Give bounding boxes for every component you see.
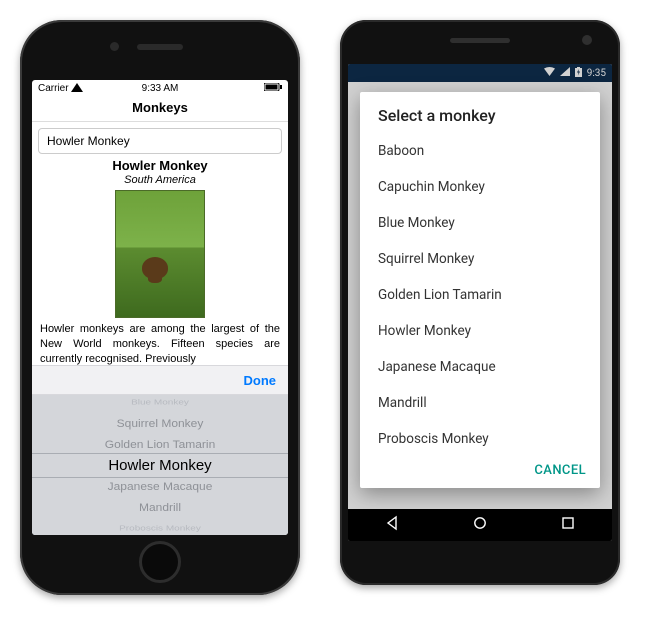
picker-option[interactable]: Squirrel Monkey [117, 413, 204, 433]
dialog-option[interactable]: Blue Monkey [360, 205, 600, 241]
select-monkey-dialog: Select a monkey Baboon Capuchin Monkey B… [360, 92, 600, 488]
dialog-option[interactable]: Golden Lion Tamarin [360, 277, 600, 313]
dialog-option[interactable]: Capuchin Monkey [360, 169, 600, 205]
recents-button[interactable] [560, 515, 576, 535]
dialog-option[interactable]: Proboscis Monkey [360, 421, 600, 457]
picker-overlay: Done Blue Monkey Squirrel Monkey Golden … [32, 365, 288, 535]
monkey-picker-field[interactable]: Howler Monkey [38, 128, 282, 154]
status-time: 9:33 AM [32, 83, 288, 94]
done-button[interactable]: Done [244, 373, 277, 388]
front-camera-icon [582, 35, 592, 45]
page-title: Monkeys [32, 96, 288, 122]
dialog-option[interactable]: Japanese Macaque [360, 349, 600, 385]
monkey-image [115, 190, 205, 318]
picker-option[interactable]: Golden Lion Tamarin [105, 434, 216, 454]
front-camera-icon [110, 42, 119, 51]
picker-option[interactable]: Japanese Macaque [108, 476, 213, 496]
cancel-button[interactable]: CANCEL [534, 463, 586, 478]
picker-wheel[interactable]: Blue Monkey Squirrel Monkey Golden Lion … [32, 395, 288, 535]
picker-option-selected[interactable]: Howler Monkey [108, 455, 211, 476]
dialog-option[interactable]: Mandrill [360, 385, 600, 421]
dialog-title: Select a monkey [360, 106, 600, 133]
monkey-detail: Howler Monkey South America [32, 158, 288, 318]
picker-option[interactable]: Proboscis Monkey [119, 520, 201, 535]
monkey-description: Howler monkeys are among the largest of … [32, 320, 288, 369]
dialog-option[interactable]: Baboon [360, 133, 600, 169]
picker-option[interactable]: Mandrill [139, 497, 181, 517]
dialog-option[interactable]: Squirrel Monkey [360, 241, 600, 277]
android-screen: 9:35 Select a monkey Baboon Capuchin Mon… [348, 64, 612, 541]
picker-toolbar: Done [32, 365, 288, 395]
ios-status-bar: Carrier 9:33 AM [32, 80, 288, 96]
back-button[interactable] [384, 515, 400, 535]
dialog-option[interactable]: Howler Monkey [360, 313, 600, 349]
earpiece-icon [450, 38, 510, 43]
picker-option[interactable]: Blue Monkey [131, 395, 189, 410]
android-device-frame: 9:35 Select a monkey Baboon Capuchin Mon… [340, 20, 620, 585]
earpiece-icon [137, 44, 183, 50]
home-button[interactable] [472, 515, 488, 535]
ios-screen: Carrier 9:33 AM Monkeys Howler Monkey Ho… [32, 80, 288, 535]
iphone-device-frame: Carrier 9:33 AM Monkeys Howler Monkey Ho… [20, 20, 300, 595]
android-nav-bar [348, 509, 612, 541]
monkey-location: South America [32, 174, 288, 186]
monkey-name: Howler Monkey [32, 158, 288, 173]
home-button[interactable] [139, 541, 181, 583]
